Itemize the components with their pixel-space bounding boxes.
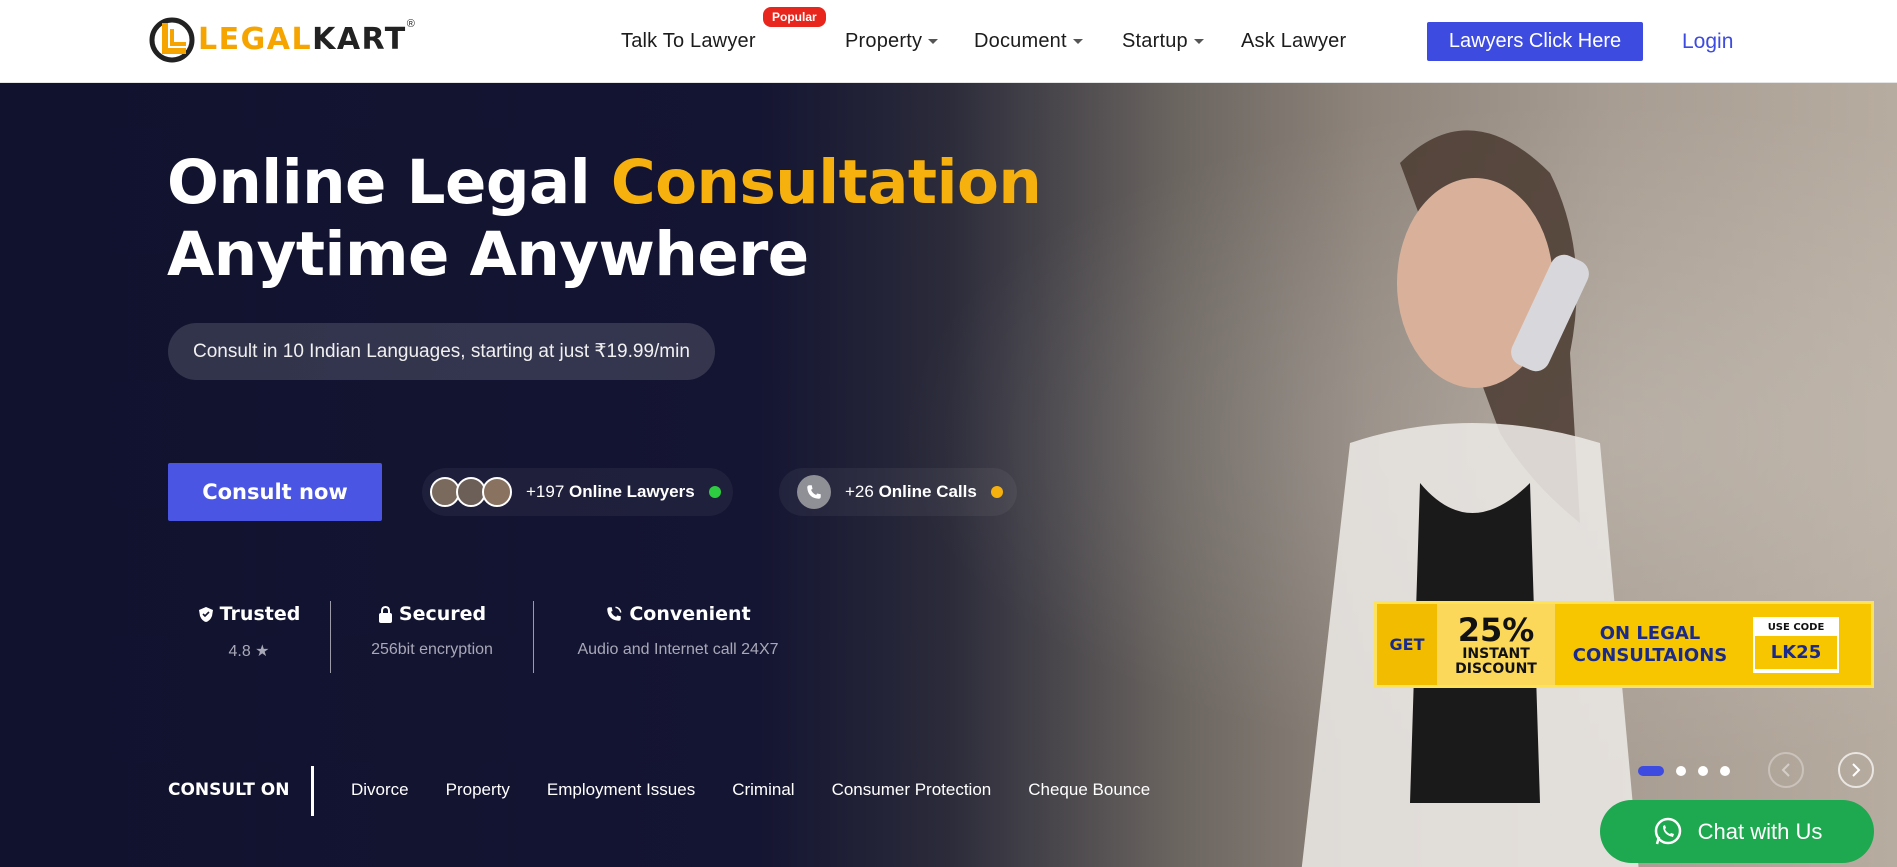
hero-subtitle-pill: Consult in 10 Indian Languages, starting… [168, 323, 715, 380]
lawyers-click-here-button[interactable]: Lawyers Click Here [1427, 22, 1643, 61]
lawyer-avatars [430, 477, 512, 507]
carousel-dot[interactable] [1698, 766, 1708, 776]
woman-on-phone-image [1301, 130, 1639, 867]
registered-mark: ® [406, 18, 415, 30]
online-status-dot [708, 486, 721, 498]
chevron-right-icon [1852, 763, 1861, 777]
chevron-down-icon [1193, 39, 1204, 45]
phone-call-icon [607, 606, 622, 621]
logo-wordmark: LEGALKART [198, 21, 407, 57]
tag-divorce[interactable]: Divorce [351, 780, 409, 800]
consult-on-label: CONSULT ON [168, 780, 290, 800]
chevron-down-icon [1072, 39, 1083, 45]
phone-icon [797, 475, 831, 509]
hero-title: Online Legal Consultation Anytime Anywhe… [167, 147, 1042, 290]
consult-now-button[interactable]: Consult now [168, 463, 382, 521]
tag-employment-issues[interactable]: Employment Issues [547, 780, 695, 800]
avatar [482, 477, 512, 507]
tag-consumer-protection[interactable]: Consumer Protection [832, 780, 992, 800]
online-lawyers-chip: +197 Online Lawyers [422, 468, 733, 516]
carousel-next-button[interactable] [1838, 752, 1874, 788]
divider [311, 766, 314, 816]
divider [533, 601, 534, 673]
discount-promo-banner[interactable]: GET 25% INSTANT DISCOUNT ON LEGAL CONSUL… [1374, 601, 1874, 688]
whatsapp-icon [1654, 817, 1681, 844]
nav-talk-to-lawyer[interactable]: Talk To Lawyer [621, 30, 756, 53]
carousel-dot-active[interactable] [1638, 766, 1664, 776]
calls-status-dot [990, 486, 1003, 498]
tag-cheque-bounce[interactable]: Cheque Bounce [1028, 780, 1150, 800]
nav-property[interactable]: Property [845, 30, 939, 53]
chevron-down-icon [928, 39, 939, 45]
logo-mark-icon [148, 15, 196, 63]
chevron-left-icon [1781, 763, 1790, 777]
nav-document[interactable]: Document [974, 30, 1083, 53]
tag-criminal[interactable]: Criminal [732, 780, 794, 800]
promo-get-label: GET [1377, 604, 1437, 685]
promo-percent: 25% INSTANT DISCOUNT [1437, 604, 1555, 685]
convenient-item: Convenient Audio and Internet call 24X7 [577, 603, 779, 658]
tag-property[interactable]: Property [446, 780, 510, 800]
legalkart-logo[interactable]: LEGALKART ® [148, 14, 415, 64]
hero-banner: Online Legal Consultation Anytime Anywhe… [0, 83, 1897, 867]
shield-icon [198, 606, 213, 622]
hero-title-highlight: Consultation [610, 147, 1042, 218]
carousel-prev-button[interactable] [1768, 752, 1804, 788]
secured-item: Secured 256bit encryption [371, 603, 493, 658]
popular-badge: Popular [763, 7, 826, 27]
carousel-indicators [1638, 766, 1730, 776]
promo-description: ON LEGAL CONSULTAIONS [1572, 622, 1728, 666]
top-navbar: LEGALKART ® Popular Talk To Lawyer Prope… [0, 0, 1897, 83]
carousel-dot[interactable] [1720, 766, 1730, 776]
nav-ask-lawyer[interactable]: Ask Lawyer [1241, 30, 1346, 53]
trusted-item: Trusted 4.8 ★ [190, 603, 308, 661]
consult-tags: Divorce Property Employment Issues Crimi… [351, 780, 1150, 800]
divider [330, 601, 331, 673]
chat-label: Chat with Us [1697, 818, 1823, 844]
carousel-dot[interactable] [1676, 766, 1686, 776]
login-link[interactable]: Login [1682, 30, 1733, 54]
nav-startup[interactable]: Startup [1122, 30, 1204, 53]
chat-with-us-button[interactable]: Chat with Us [1600, 800, 1874, 863]
online-calls-chip: +26 Online Calls [779, 468, 1017, 516]
promo-code-box: USE CODE LK25 [1753, 616, 1839, 673]
lock-icon [378, 605, 392, 623]
